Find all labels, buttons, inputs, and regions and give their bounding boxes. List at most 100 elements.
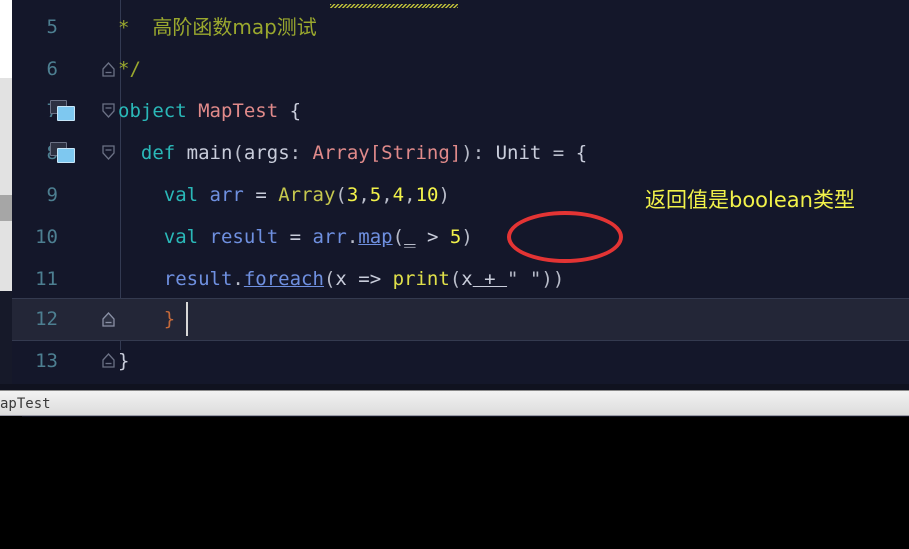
indent-11	[118, 268, 164, 290]
dot-11: .	[232, 268, 244, 290]
equals-8: =	[541, 142, 576, 164]
line-13-content: }	[118, 340, 129, 382]
brace-open-8: {	[575, 142, 588, 164]
editor-line-12[interactable]: 12 }	[12, 298, 909, 340]
param-args: args	[243, 142, 290, 164]
equals-9: =	[243, 184, 279, 206]
editor-line-6[interactable]: 6 */	[12, 48, 909, 90]
space2	[278, 100, 289, 122]
indent-10	[118, 226, 164, 248]
indent-12	[118, 308, 164, 330]
line-8-content: def main(args: Array[String]): Unit = {	[118, 132, 587, 174]
fold-marker-comment[interactable]	[101, 61, 116, 78]
editor-line-11[interactable]: 11 result.foreach(x => print(x + " "))	[12, 258, 909, 300]
constructor-array: Array	[278, 184, 336, 206]
return-type-unit: Unit	[495, 142, 542, 164]
console-tab-label[interactable]: apTest	[0, 396, 51, 412]
line-10-content: val result = arr.map(_ > 5)	[118, 216, 473, 258]
line-7-content: object MapTest {	[118, 90, 301, 132]
brace-close-13: }	[118, 350, 130, 372]
space4	[198, 184, 209, 206]
comma-3: ,	[404, 184, 416, 206]
comment-spacer	[129, 17, 152, 39]
comma-2: ,	[381, 184, 393, 206]
colon-8: :	[289, 142, 313, 164]
paren-close-11: ))	[541, 268, 565, 290]
brace-open-7: {	[289, 100, 302, 122]
yellow-note-annotation: 返回值是boolean类型	[645, 188, 855, 212]
array-value-3: 4	[392, 184, 405, 206]
wildcard-underscore: _	[404, 226, 416, 248]
line-number-9: 9	[46, 184, 58, 206]
class-name-maptest: MapTest	[198, 100, 279, 122]
indent-9	[118, 184, 164, 206]
run-icon-front-window	[57, 106, 75, 121]
keyword-val-10: val	[163, 226, 199, 248]
function-print: print	[392, 268, 450, 290]
lambda-arg-x: x	[461, 268, 473, 290]
array-value-4: 10	[415, 184, 439, 206]
keyword-def: def	[140, 142, 176, 164]
line-9-content: val arr = Array(3,5,4,10)	[118, 174, 450, 216]
comment-text-cn: 高阶函数map测试	[152, 14, 317, 39]
editor-line-13[interactable]: 13 }	[12, 340, 909, 382]
editor-line-10[interactable]: 10 val result = arr.map(_ > 5)	[12, 216, 909, 258]
line-number-12: 12	[35, 308, 58, 330]
line-5-content: * 高阶函数map测试	[118, 6, 317, 49]
run-icon-front-window-2	[57, 148, 75, 163]
editor-line-5[interactable]: 5 * 高阶函数map测试	[12, 6, 909, 48]
line-11-content: result.foreach(x => print(x + " "))	[118, 258, 565, 300]
paren-open-8: (	[232, 142, 244, 164]
receiver-arr: arr	[312, 226, 347, 248]
line-12-content: }	[118, 298, 175, 340]
comment-star: *	[118, 16, 130, 39]
editor-scrollbar-thumb[interactable]	[0, 195, 12, 221]
paren-open-11b: (	[449, 268, 462, 290]
console-tab-bar[interactable]	[0, 390, 909, 416]
paren-close-9: )	[438, 184, 450, 206]
console-output-panel[interactable]: E:\Program\java\jdk1.8.0_112\bin\java ..…	[0, 417, 909, 549]
run-gutter-icon-main[interactable]	[50, 142, 76, 164]
operator-plus: +	[472, 268, 508, 290]
lambda-param-x: x	[335, 268, 347, 290]
operator-gt: >	[415, 226, 450, 248]
method-foreach[interactable]: foreach	[244, 268, 324, 290]
line-number-11: 11	[35, 268, 58, 290]
editor-left-margin-top	[0, 0, 12, 78]
method-map[interactable]: map	[358, 226, 392, 248]
lambda-arrow: =>	[346, 268, 393, 290]
space5	[198, 226, 209, 248]
indent-8	[118, 142, 141, 164]
dot-10: .	[346, 226, 359, 248]
line-number-13: 13	[35, 350, 58, 372]
equals-10: =	[278, 226, 313, 248]
keyword-val-9: val	[163, 184, 199, 206]
editor-line-8[interactable]: 8 def main(args: Array[String]): Unit = …	[12, 132, 909, 174]
array-value-2: 5	[369, 184, 382, 206]
array-value-1: 3	[346, 184, 359, 206]
variable-result: result	[209, 226, 279, 248]
paren-close-10: )	[461, 226, 473, 248]
paren-open-9: (	[335, 184, 347, 206]
comment-close: */	[118, 58, 141, 80]
code-editor[interactable]: 5 * 高阶函数map测试 6 */ 7 object MapTest { 8 …	[0, 0, 909, 384]
line-6-content: */	[118, 48, 141, 90]
space3	[175, 142, 186, 164]
fold-marker-object-end[interactable]	[101, 352, 116, 369]
paren-close-8: ):	[461, 142, 496, 164]
fold-marker-main-end[interactable]	[101, 311, 116, 328]
run-gutter-icon-object[interactable]	[50, 100, 76, 122]
editor-line-7[interactable]: 7 object MapTest {	[12, 90, 909, 132]
fold-marker-main[interactable]	[101, 145, 116, 162]
editor-scrollbar-track[interactable]	[0, 78, 12, 291]
ide-window: 5 * 高阶函数map测试 6 */ 7 object MapTest { 8 …	[0, 0, 909, 549]
brace-close-12: }	[163, 308, 176, 330]
comma-1: ,	[358, 184, 370, 206]
variable-arr: arr	[209, 184, 244, 206]
fold-marker-object[interactable]	[101, 103, 116, 120]
receiver-result: result	[163, 268, 233, 290]
keyword-object: object	[118, 100, 187, 122]
method-name-main: main	[186, 142, 233, 164]
string-space: " "	[507, 268, 542, 290]
